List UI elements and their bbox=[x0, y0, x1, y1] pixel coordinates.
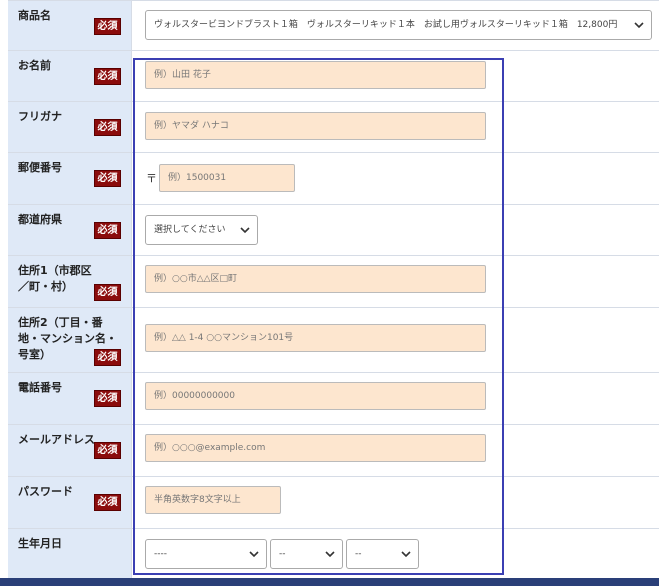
label-postal: 郵便番号 必須 bbox=[8, 153, 131, 204]
row-phone: 電話番号 必須 例）00000000000 bbox=[8, 373, 659, 425]
label-text: メールアドレス bbox=[18, 433, 95, 446]
label-text: 都道府県 bbox=[18, 213, 62, 226]
required-badge: 必須 bbox=[94, 349, 121, 366]
chevron-down-icon bbox=[240, 227, 250, 234]
label-product: 商品名 必須 bbox=[8, 1, 131, 50]
row-prefecture: 都道府県 必須 選択してください bbox=[8, 205, 659, 256]
footer-bar bbox=[0, 578, 659, 586]
name-input[interactable]: 例）山田 花子 bbox=[145, 61, 486, 89]
required-badge: 必須 bbox=[94, 170, 121, 187]
row-address2: 住所2（丁目・番地・マンション名・号室） 必須 例）△△ 1-4 ○○マンション… bbox=[8, 308, 659, 373]
row-email: メールアドレス 必須 例）○○○@example.com bbox=[8, 425, 659, 477]
required-badge: 必須 bbox=[94, 119, 121, 136]
birth-month-select[interactable]: -- bbox=[270, 539, 343, 569]
row-postal: 郵便番号 必須 〒 例）1500031 bbox=[8, 153, 659, 205]
label-birthdate: 生年月日 bbox=[8, 529, 131, 579]
required-badge: 必須 bbox=[94, 222, 121, 239]
label-email: メールアドレス 必須 bbox=[8, 425, 131, 476]
birth-day-select[interactable]: -- bbox=[346, 539, 419, 569]
chevron-down-icon bbox=[401, 551, 411, 558]
product-select[interactable]: ヴォルスタービヨンドブラスト１箱 ヴォルスターリキッド１本 お試し用ヴォルスター… bbox=[145, 10, 652, 40]
row-name: お名前 必須 例）山田 花子 bbox=[8, 51, 659, 102]
required-badge: 必須 bbox=[94, 442, 121, 459]
phone-input[interactable]: 例）00000000000 bbox=[145, 382, 486, 410]
email-input[interactable]: 例）○○○@example.com bbox=[145, 434, 486, 462]
label-prefecture: 都道府県 必須 bbox=[8, 205, 131, 255]
address1-input[interactable]: 例）○○市△△区□町 bbox=[145, 265, 486, 293]
row-address1: 住所1（市郡区／町・村） 必須 例）○○市△△区□町 bbox=[8, 256, 659, 308]
address2-input[interactable]: 例）△△ 1-4 ○○マンション101号 bbox=[145, 324, 486, 352]
label-text: パスワード bbox=[18, 485, 73, 498]
label-furigana: フリガナ 必須 bbox=[8, 102, 131, 152]
label-text: 住所1（市郡区／町・村） bbox=[18, 264, 92, 293]
required-badge: 必須 bbox=[94, 390, 121, 407]
chevron-down-icon bbox=[249, 551, 259, 558]
row-product: 商品名 必須 ヴォルスタービヨンドブラスト１箱 ヴォルスターリキッド１本 お試し… bbox=[8, 0, 659, 51]
birth-day-value: -- bbox=[355, 549, 362, 559]
required-badge: 必須 bbox=[94, 494, 121, 511]
prefecture-selected-value: 選択してください bbox=[154, 225, 226, 235]
label-name: お名前 必須 bbox=[8, 51, 131, 101]
required-badge: 必須 bbox=[94, 18, 121, 35]
furigana-input[interactable]: 例）ヤマダ ハナコ bbox=[145, 112, 486, 140]
product-selected-value: ヴォルスタービヨンドブラスト１箱 ヴォルスターリキッド１本 お試し用ヴォルスター… bbox=[154, 20, 618, 30]
birth-year-value: ---- bbox=[154, 549, 167, 559]
password-input[interactable]: 半角英数字8文字以上 bbox=[145, 486, 281, 514]
prefecture-select[interactable]: 選択してください bbox=[145, 215, 258, 245]
row-password: パスワード 必須 半角英数字8文字以上 bbox=[8, 477, 659, 529]
postal-input[interactable]: 例）1500031 bbox=[159, 164, 295, 192]
required-badge: 必須 bbox=[94, 68, 121, 85]
chevron-down-icon bbox=[325, 551, 335, 558]
chevron-down-icon bbox=[634, 22, 644, 29]
order-form: 商品名 必須 ヴォルスタービヨンドブラスト１箱 ヴォルスターリキッド１本 お試し… bbox=[8, 0, 659, 579]
birth-month-value: -- bbox=[279, 549, 286, 559]
postal-mark: 〒 bbox=[146, 172, 157, 185]
birth-year-select[interactable]: ---- bbox=[145, 539, 267, 569]
row-furigana: フリガナ 必須 例）ヤマダ ハナコ bbox=[8, 102, 659, 153]
label-text: お名前 bbox=[18, 59, 51, 72]
row-birthdate: 生年月日 ---- -- -- bbox=[8, 529, 659, 579]
label-text: 生年月日 bbox=[18, 537, 62, 550]
label-text: 郵便番号 bbox=[18, 161, 62, 174]
label-address2: 住所2（丁目・番地・マンション名・号室） 必須 bbox=[8, 308, 131, 372]
required-badge: 必須 bbox=[94, 284, 121, 301]
label-phone: 電話番号 必須 bbox=[8, 373, 131, 424]
label-text: 電話番号 bbox=[18, 381, 62, 394]
label-password: パスワード 必須 bbox=[8, 477, 131, 528]
label-address1: 住所1（市郡区／町・村） 必須 bbox=[8, 256, 131, 307]
label-text: フリガナ bbox=[18, 110, 62, 123]
label-text: 商品名 bbox=[18, 9, 51, 22]
